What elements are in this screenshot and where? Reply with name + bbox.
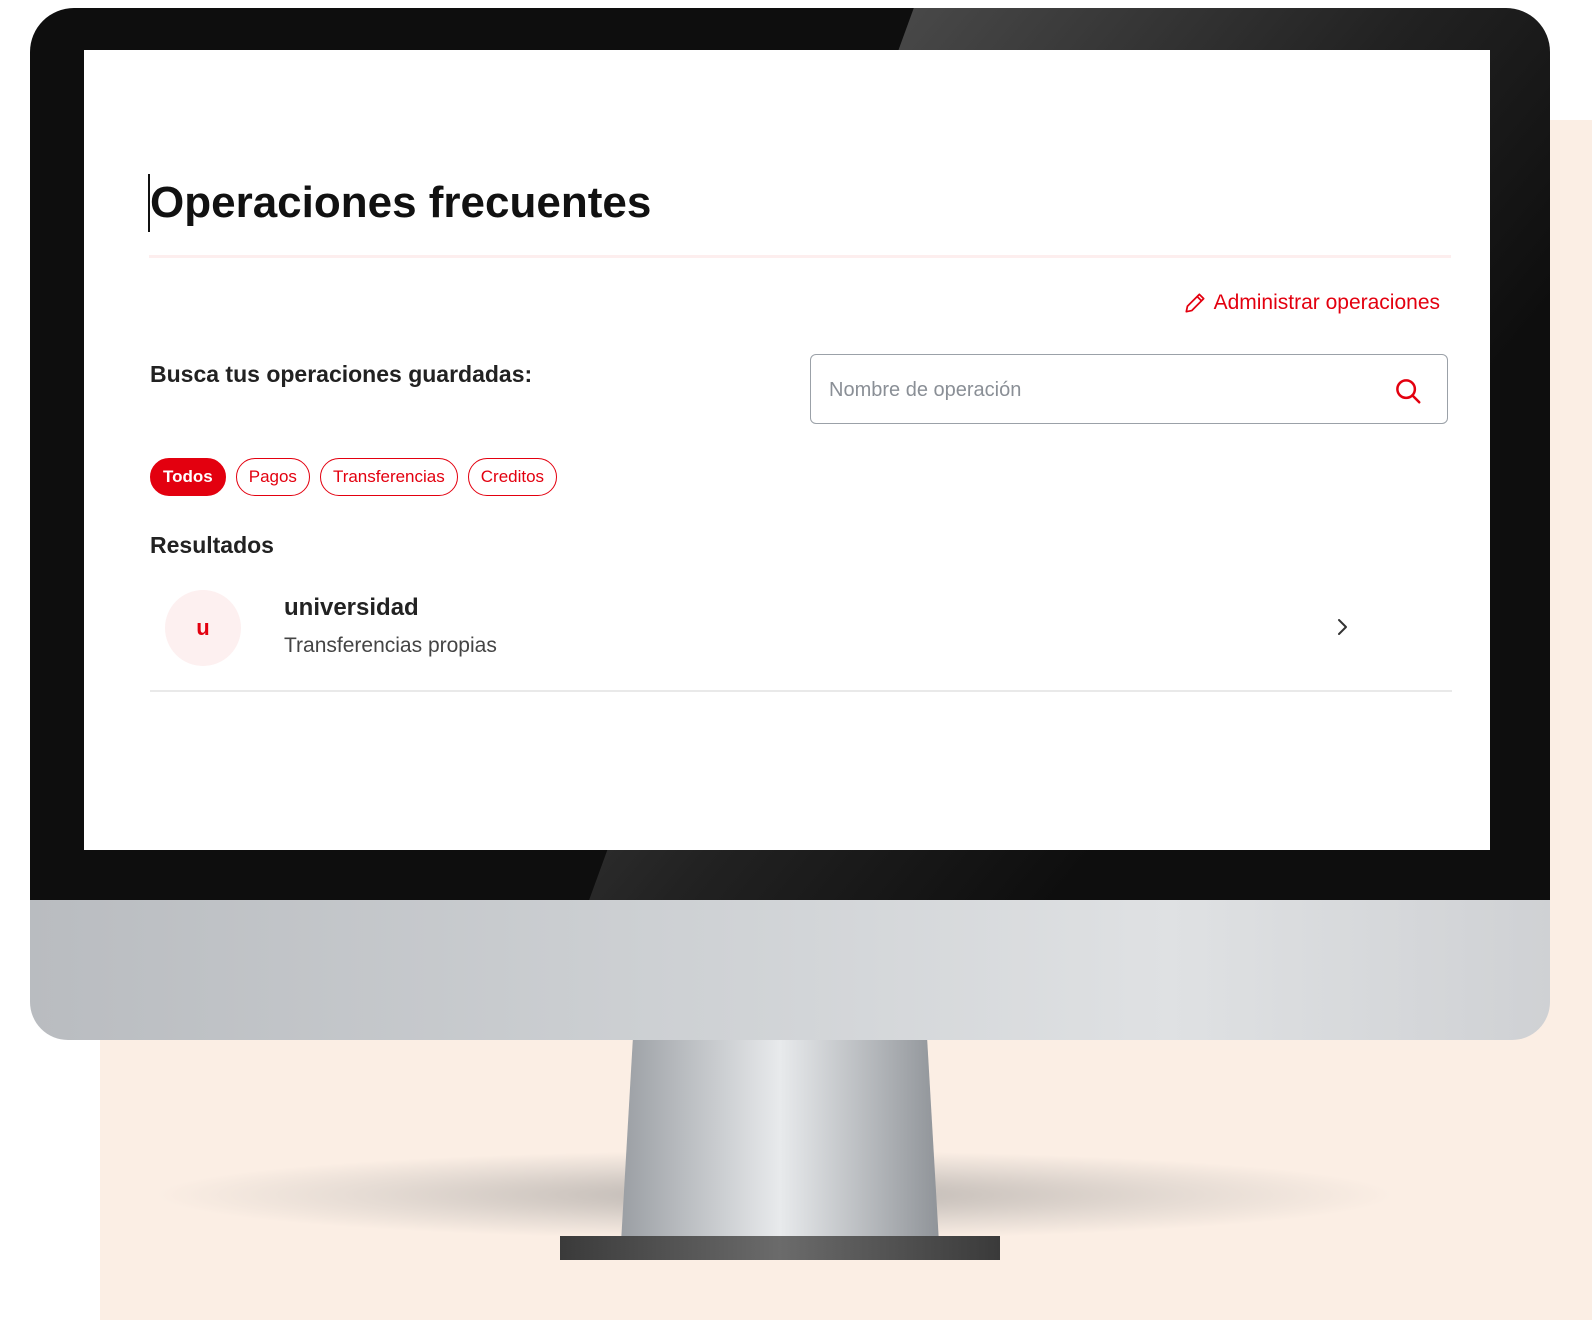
page-title: Operaciones frecuentes [150,178,652,227]
search-icon[interactable] [1393,376,1423,406]
chevron-right-icon[interactable] [1330,614,1354,640]
title-divider [149,255,1451,258]
filter-chip-pagos[interactable]: Pagos [235,458,310,496]
app-screen: Operaciones frecuentes Administrar opera… [84,50,1490,850]
avatar: u [165,590,241,666]
search-label: Busca tus operaciones guardadas: [150,361,533,387]
filter-chip-transferencias[interactable]: Transferencias [319,458,458,496]
filter-chip-creditos[interactable]: Creditos [467,458,558,496]
filter-chip-todos[interactable]: Todos [150,458,226,496]
manage-operations-link[interactable]: Administrar operaciones [1182,290,1440,316]
row-divider [150,690,1452,692]
list-item[interactable]: u universidad Transferencias propias [150,578,1452,692]
stand-base [560,1236,1000,1260]
results-heading: Resultados [150,532,274,558]
manage-operations-label: Administrar operaciones [1213,291,1440,314]
item-title: universidad [284,594,419,621]
monitor-chin [30,900,1550,1040]
monitor-stand [620,1040,940,1260]
search-box [810,354,1448,425]
filter-chips: Todos Pagos Transferencias Creditos [150,458,558,496]
search-input[interactable] [827,355,1371,425]
pencil-icon [1185,293,1205,313]
item-subtitle: Transferencias propias [284,634,497,657]
